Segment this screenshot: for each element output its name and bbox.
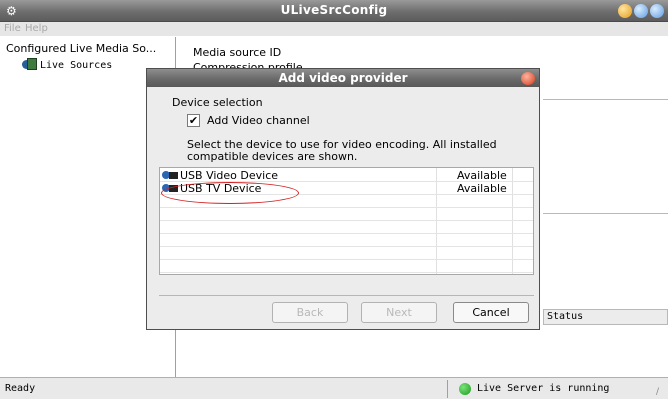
empty-row (160, 261, 533, 273)
device-status: Available (457, 169, 507, 182)
menu-help[interactable]: Help (25, 23, 48, 34)
dialog-close-button[interactable] (521, 72, 535, 85)
device-row[interactable]: USB TV Device Available (160, 183, 533, 195)
tv-device-icon (162, 183, 179, 193)
empty-row (160, 235, 533, 247)
status-bar: Ready Live Server is running ∕ (0, 377, 668, 399)
menu-bar: File Help (0, 22, 668, 36)
close-button[interactable] (650, 4, 664, 18)
pane-divider (543, 99, 668, 100)
live-sources-icon (22, 58, 37, 70)
dialog-title-bar[interactable]: Add video provider (147, 69, 539, 87)
status-divider (447, 380, 448, 398)
device-selection-label: Device selection (172, 96, 263, 109)
device-row[interactable]: USB Video Device Available (160, 170, 533, 182)
empty-row (160, 248, 533, 260)
empty-row (160, 222, 533, 234)
device-status: Available (457, 182, 507, 195)
add-video-channel-label[interactable]: Add Video channel (207, 114, 310, 127)
server-status-text: Live Server is running (477, 383, 610, 394)
status-ready-text: Ready (5, 383, 36, 394)
device-list[interactable]: USB Video Device Available USB TV Device… (159, 167, 534, 275)
tree-item-live-sources[interactable]: Live Sources (22, 58, 112, 71)
device-name: USB TV Device (180, 182, 262, 195)
video-device-icon (162, 170, 179, 180)
dialog-separator (159, 295, 534, 296)
server-running-icon (459, 383, 471, 395)
minimize-button[interactable] (618, 4, 632, 18)
tree-item-label: Live Sources (40, 60, 113, 71)
empty-row (160, 209, 533, 221)
add-video-channel-checkbox[interactable]: ✔ (187, 114, 200, 127)
back-button[interactable]: Back (272, 302, 348, 323)
menu-file[interactable]: File (4, 23, 21, 34)
window-title: ULiveSrcConfig (280, 3, 388, 17)
device-instructions: Select the device to use for video encod… (187, 138, 497, 163)
status-column-header[interactable]: Status (543, 309, 668, 325)
pane-divider (543, 213, 668, 214)
resize-grip-icon[interactable]: ∕ (656, 387, 666, 397)
media-source-label: Media source ID (193, 46, 282, 59)
dialog-title: Add video provider (278, 71, 408, 85)
device-name: USB Video Device (180, 169, 279, 182)
empty-row (160, 196, 533, 208)
maximize-button[interactable] (634, 4, 648, 18)
tree-root-item[interactable]: Configured Live Media So... (6, 42, 156, 55)
next-button[interactable]: Next (361, 302, 437, 323)
add-video-provider-dialog: Add video provider Device selection ✔ Ad… (146, 68, 540, 330)
main-title-bar[interactable]: ⚙ ULiveSrcConfig (0, 0, 668, 22)
cancel-button[interactable]: Cancel (453, 302, 529, 323)
